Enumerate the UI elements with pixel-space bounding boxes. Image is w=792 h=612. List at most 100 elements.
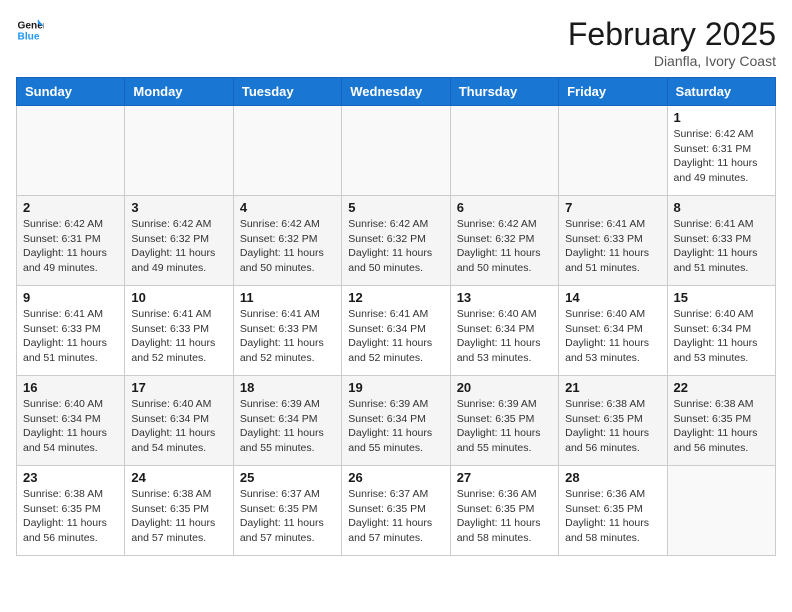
calendar-day-cell: 6 Sunrise: 6:42 AM Sunset: 6:32 PM Daylig… bbox=[450, 196, 558, 286]
calendar-week-row: 2Sunrise: 6:42 AM Sunset: 6:31 PM Daylig… bbox=[17, 196, 776, 286]
title-block: February 2025 Dianfla, Ivory Coast bbox=[568, 16, 776, 69]
calendar-day-cell: 7 Sunrise: 6:41 AM Sunset: 6:33 PM Daylig… bbox=[559, 196, 667, 286]
day-info: Sunrise: 6:42 AM Sunset: 6:32 PM Dayligh… bbox=[240, 217, 335, 276]
day-info: Sunrise: 6:37 AM Sunset: 6:35 PM Dayligh… bbox=[348, 487, 443, 546]
day-number: 4 bbox=[240, 200, 335, 215]
day-number: 28 bbox=[565, 470, 660, 485]
calendar-day-cell: 13 Sunrise: 6:40 AM Sunset: 6:34 PM Dayli… bbox=[450, 286, 558, 376]
day-info: Sunrise: 6:40 AM Sunset: 6:34 PM Dayligh… bbox=[565, 307, 660, 366]
day-number: 18 bbox=[240, 380, 335, 395]
day-number: 23 bbox=[23, 470, 118, 485]
calendar-day-cell: 16Sunrise: 6:40 AM Sunset: 6:34 PM Dayli… bbox=[17, 376, 125, 466]
logo-icon: General Blue bbox=[16, 16, 44, 44]
day-info: Sunrise: 6:42 AM Sunset: 6:32 PM Dayligh… bbox=[348, 217, 443, 276]
svg-text:Blue: Blue bbox=[18, 31, 40, 42]
day-number: 19 bbox=[348, 380, 443, 395]
day-number: 1 bbox=[674, 110, 769, 125]
day-info: Sunrise: 6:36 AM Sunset: 6:35 PM Dayligh… bbox=[457, 487, 552, 546]
calendar-day-cell: 9 Sunrise: 6:41 AM Sunset: 6:33 PM Daylig… bbox=[17, 286, 125, 376]
logo: General Blue bbox=[16, 16, 44, 44]
page-header: General Blue February 2025 Dianfla, Ivor… bbox=[16, 16, 776, 69]
day-number: 13 bbox=[457, 290, 552, 305]
calendar-day-cell: 22 Sunrise: 6:38 AM Sunset: 6:35 PM Dayli… bbox=[667, 376, 775, 466]
calendar-week-row: 23 Sunrise: 6:38 AM Sunset: 6:35 PM Dayli… bbox=[17, 466, 776, 556]
weekday-header: Thursday bbox=[450, 78, 558, 106]
calendar-day-cell: 18Sunrise: 6:39 AM Sunset: 6:34 PM Dayli… bbox=[233, 376, 341, 466]
day-info: Sunrise: 6:42 AM Sunset: 6:32 PM Dayligh… bbox=[457, 217, 552, 276]
day-number: 5 bbox=[348, 200, 443, 215]
day-number: 11 bbox=[240, 290, 335, 305]
day-info: Sunrise: 6:41 AM Sunset: 6:33 PM Dayligh… bbox=[674, 217, 769, 276]
calendar-day-cell: 12 Sunrise: 6:41 AM Sunset: 6:34 PM Dayli… bbox=[342, 286, 450, 376]
weekday-header: Tuesday bbox=[233, 78, 341, 106]
calendar-day-cell bbox=[233, 106, 341, 196]
calendar-day-cell: 21 Sunrise: 6:38 AM Sunset: 6:35 PM Dayli… bbox=[559, 376, 667, 466]
calendar-day-cell: 11 Sunrise: 6:41 AM Sunset: 6:33 PM Dayli… bbox=[233, 286, 341, 376]
day-number: 12 bbox=[348, 290, 443, 305]
day-info: Sunrise: 6:42 AM Sunset: 6:31 PM Dayligh… bbox=[674, 127, 769, 186]
day-info: Sunrise: 6:41 AM Sunset: 6:34 PM Dayligh… bbox=[348, 307, 443, 366]
calendar-day-cell: 25 Sunrise: 6:37 AM Sunset: 6:35 PM Dayli… bbox=[233, 466, 341, 556]
day-number: 24 bbox=[131, 470, 226, 485]
calendar-table: SundayMondayTuesdayWednesdayThursdayFrid… bbox=[16, 77, 776, 556]
day-number: 27 bbox=[457, 470, 552, 485]
day-info: Sunrise: 6:42 AM Sunset: 6:31 PM Dayligh… bbox=[23, 217, 118, 276]
day-info: Sunrise: 6:38 AM Sunset: 6:35 PM Dayligh… bbox=[23, 487, 118, 546]
day-info: Sunrise: 6:37 AM Sunset: 6:35 PM Dayligh… bbox=[240, 487, 335, 546]
calendar-day-cell: 3 Sunrise: 6:42 AM Sunset: 6:32 PM Daylig… bbox=[125, 196, 233, 286]
day-info: Sunrise: 6:40 AM Sunset: 6:34 PM Dayligh… bbox=[131, 397, 226, 456]
calendar-day-cell: 26 Sunrise: 6:37 AM Sunset: 6:35 PM Dayli… bbox=[342, 466, 450, 556]
day-number: 22 bbox=[674, 380, 769, 395]
day-number: 17 bbox=[131, 380, 226, 395]
calendar-day-cell: 5 Sunrise: 6:42 AM Sunset: 6:32 PM Daylig… bbox=[342, 196, 450, 286]
day-number: 8 bbox=[674, 200, 769, 215]
day-info: Sunrise: 6:41 AM Sunset: 6:33 PM Dayligh… bbox=[565, 217, 660, 276]
day-number: 14 bbox=[565, 290, 660, 305]
day-info: Sunrise: 6:40 AM Sunset: 6:34 PM Dayligh… bbox=[674, 307, 769, 366]
day-info: Sunrise: 6:41 AM Sunset: 6:33 PM Dayligh… bbox=[240, 307, 335, 366]
day-info: Sunrise: 6:39 AM Sunset: 6:35 PM Dayligh… bbox=[457, 397, 552, 456]
day-number: 10 bbox=[131, 290, 226, 305]
day-info: Sunrise: 6:38 AM Sunset: 6:35 PM Dayligh… bbox=[131, 487, 226, 546]
calendar-day-cell: 27 Sunrise: 6:36 AM Sunset: 6:35 PM Dayli… bbox=[450, 466, 558, 556]
day-number: 15 bbox=[674, 290, 769, 305]
day-info: Sunrise: 6:36 AM Sunset: 6:35 PM Dayligh… bbox=[565, 487, 660, 546]
day-number: 21 bbox=[565, 380, 660, 395]
day-info: Sunrise: 6:40 AM Sunset: 6:34 PM Dayligh… bbox=[23, 397, 118, 456]
day-info: Sunrise: 6:41 AM Sunset: 6:33 PM Dayligh… bbox=[131, 307, 226, 366]
calendar-day-cell: 24 Sunrise: 6:38 AM Sunset: 6:35 PM Dayli… bbox=[125, 466, 233, 556]
calendar-day-cell bbox=[450, 106, 558, 196]
day-number: 26 bbox=[348, 470, 443, 485]
calendar-header-row: SundayMondayTuesdayWednesdayThursdayFrid… bbox=[17, 78, 776, 106]
calendar-day-cell: 17 Sunrise: 6:40 AM Sunset: 6:34 PM Dayli… bbox=[125, 376, 233, 466]
weekday-header: Friday bbox=[559, 78, 667, 106]
location-subtitle: Dianfla, Ivory Coast bbox=[568, 53, 776, 69]
calendar-day-cell: 23 Sunrise: 6:38 AM Sunset: 6:35 PM Dayli… bbox=[17, 466, 125, 556]
calendar-day-cell bbox=[559, 106, 667, 196]
day-info: Sunrise: 6:39 AM Sunset: 6:34 PM Dayligh… bbox=[348, 397, 443, 456]
weekday-header: Monday bbox=[125, 78, 233, 106]
day-number: 25 bbox=[240, 470, 335, 485]
calendar-day-cell: 10 Sunrise: 6:41 AM Sunset: 6:33 PM Dayli… bbox=[125, 286, 233, 376]
calendar-day-cell bbox=[17, 106, 125, 196]
day-info: Sunrise: 6:38 AM Sunset: 6:35 PM Dayligh… bbox=[674, 397, 769, 456]
calendar-day-cell: 15 Sunrise: 6:40 AM Sunset: 6:34 PM Dayli… bbox=[667, 286, 775, 376]
calendar-day-cell: 2Sunrise: 6:42 AM Sunset: 6:31 PM Daylig… bbox=[17, 196, 125, 286]
day-info: Sunrise: 6:38 AM Sunset: 6:35 PM Dayligh… bbox=[565, 397, 660, 456]
calendar-day-cell: 14 Sunrise: 6:40 AM Sunset: 6:34 PM Dayli… bbox=[559, 286, 667, 376]
calendar-week-row: 16Sunrise: 6:40 AM Sunset: 6:34 PM Dayli… bbox=[17, 376, 776, 466]
day-number: 9 bbox=[23, 290, 118, 305]
month-title: February 2025 bbox=[568, 16, 776, 53]
day-number: 3 bbox=[131, 200, 226, 215]
day-number: 7 bbox=[565, 200, 660, 215]
calendar-day-cell bbox=[342, 106, 450, 196]
calendar-day-cell bbox=[667, 466, 775, 556]
calendar-day-cell: 19 Sunrise: 6:39 AM Sunset: 6:34 PM Dayli… bbox=[342, 376, 450, 466]
day-number: 6 bbox=[457, 200, 552, 215]
calendar-day-cell: 20Sunrise: 6:39 AM Sunset: 6:35 PM Dayli… bbox=[450, 376, 558, 466]
calendar-day-cell bbox=[125, 106, 233, 196]
weekday-header: Sunday bbox=[17, 78, 125, 106]
day-info: Sunrise: 6:42 AM Sunset: 6:32 PM Dayligh… bbox=[131, 217, 226, 276]
day-info: Sunrise: 6:41 AM Sunset: 6:33 PM Dayligh… bbox=[23, 307, 118, 366]
day-info: Sunrise: 6:40 AM Sunset: 6:34 PM Dayligh… bbox=[457, 307, 552, 366]
